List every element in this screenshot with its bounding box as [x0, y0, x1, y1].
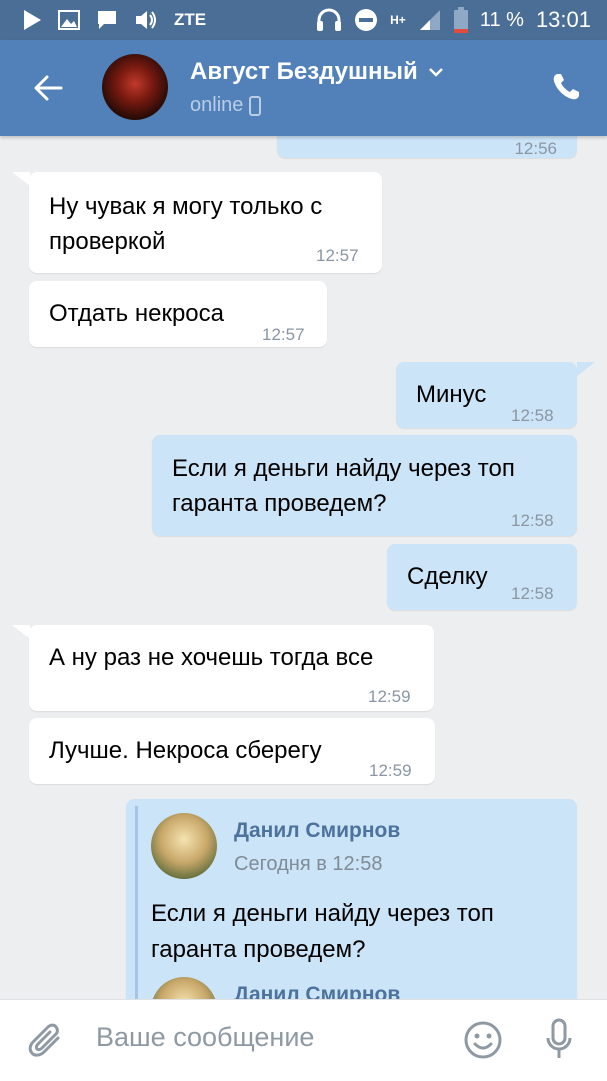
- headset-icon: [317, 8, 342, 31]
- forwarded-author-name[interactable]: Данил Смирнов: [234, 819, 400, 843]
- message-bubble-outgoing[interactable]: Минус 12:58: [396, 362, 577, 428]
- message-time: 12:58: [511, 511, 554, 530]
- message-bubble-incoming[interactable]: Отдать некроса 12:57: [29, 281, 327, 347]
- message-text: Сделку: [407, 563, 488, 590]
- chat-header: Август Бездушный online: [0, 40, 607, 136]
- message-text: Лучше. Некроса сберегу: [49, 737, 322, 764]
- message-bubble-outgoing[interactable]: Сделку 12:58: [387, 544, 577, 610]
- forward-quote-bar: [135, 806, 138, 999]
- attach-paperclip-icon[interactable]: [28, 1022, 64, 1060]
- message-input[interactable]: Ваше сообщение: [96, 1022, 314, 1053]
- message-time: 12:58: [511, 406, 554, 425]
- signal-icon: [419, 10, 440, 30]
- message-text: Отдать некроса: [49, 300, 224, 327]
- forwarded-text: Если я деньги найду через топ: [151, 900, 494, 927]
- message-text-line2: гаранта проведем?: [172, 490, 387, 517]
- microphone-icon[interactable]: [546, 1018, 572, 1060]
- status-bar: ZTE H+ 11 % 13:01: [0, 0, 607, 40]
- bubble-tail: [12, 625, 30, 639]
- chevron-down-icon[interactable]: [428, 67, 444, 77]
- play-icon: [24, 10, 41, 30]
- clock: 13:01: [535, 7, 591, 32]
- forwarded-date: Сегодня в 12:58: [234, 853, 383, 875]
- message-time: 12:58: [511, 584, 554, 603]
- message-time: 12:59: [369, 761, 412, 780]
- message-time: 12:57: [262, 325, 305, 344]
- message-bubble-incoming[interactable]: Ну чувак я могу только с проверкой 12:57: [29, 172, 382, 273]
- message-input-bar: Ваше сообщение: [0, 999, 607, 1081]
- forwarded-author-avatar[interactable]: [151, 813, 217, 879]
- network-type: H+: [390, 13, 406, 27]
- do-not-disturb-icon: [355, 9, 378, 31]
- back-arrow-icon[interactable]: [32, 72, 64, 104]
- message-bubble-outgoing[interactable]: Если я деньги найду через топ гаранта пр…: [152, 435, 577, 536]
- gallery-icon: [58, 10, 80, 30]
- contact-status: online: [190, 94, 262, 117]
- message-text: Минус: [416, 381, 487, 408]
- contact-name-text: Август Бездушный: [190, 58, 418, 85]
- message-text-line2: проверкой: [49, 228, 166, 255]
- emoji-smile-icon[interactable]: [464, 1021, 502, 1059]
- message-bubble-incoming[interactable]: А ну раз не хочешь тогда все 12:59: [29, 625, 434, 711]
- message-bubble-incoming[interactable]: Лучше. Некроса сберегу 12:59: [29, 718, 435, 784]
- battery-icon: [453, 7, 468, 33]
- message-bubble-outgoing[interactable]: 12:56: [277, 136, 577, 158]
- online-status: online: [190, 94, 244, 116]
- phone-call-icon[interactable]: [551, 72, 581, 102]
- message-text: А ну раз не хочешь тогда все: [49, 644, 374, 671]
- battery-percent: 11 %: [479, 8, 524, 31]
- forwarded-author-name[interactable]: Данил Смирнов: [234, 983, 400, 999]
- carrier-label: ZTE: [174, 10, 207, 29]
- message-list[interactable]: 12:56 Ну чувак я могу только с проверкой…: [0, 136, 607, 999]
- bubble-tail: [12, 172, 30, 186]
- bubble-tail: [577, 362, 595, 376]
- message-text: Ну чувак я могу только с: [49, 193, 323, 220]
- message-time: 12:59: [368, 687, 411, 706]
- message-icon: [98, 11, 116, 29]
- message-time: 12:56: [514, 139, 557, 158]
- message-time: 12:57: [316, 246, 359, 265]
- contact-avatar[interactable]: [102, 54, 168, 120]
- volume-icon: [136, 11, 156, 29]
- forwarded-text-line2: гаранта проведем?: [151, 936, 366, 963]
- message-text: Если я деньги найду через топ: [172, 455, 515, 482]
- contact-name[interactable]: Август Бездушный: [190, 58, 444, 86]
- mobile-phone-icon: [249, 95, 262, 116]
